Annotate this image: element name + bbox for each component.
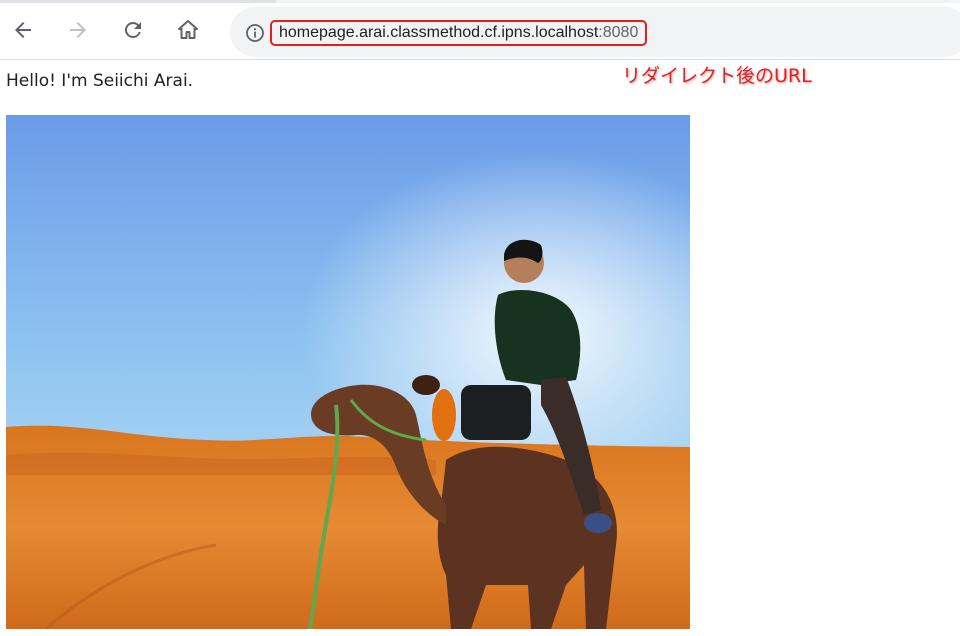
home-icon <box>178 20 198 39</box>
back-button[interactable] <box>6 13 40 47</box>
info-icon[interactable] <box>244 22 266 44</box>
redirect-annotation: リダイレクト後のURL <box>622 65 812 87</box>
home-button[interactable] <box>171 13 205 47</box>
arrow-left-icon <box>15 22 31 38</box>
browser-toolbar: homepage.arai.classmethod.cf.ipns.localh… <box>0 3 960 60</box>
reload-icon <box>125 22 141 38</box>
url-text[interactable]: homepage.arai.classmethod.cf.ipns.localh… <box>270 20 648 46</box>
url-host: homepage.arai.classmethod.cf.ipns.localh… <box>279 24 599 41</box>
camel-rider-photo <box>6 115 690 629</box>
greeting-text: Hello! I'm Seiichi Arai. <box>6 71 194 91</box>
forward-button[interactable] <box>61 13 95 47</box>
url-port: :8080 <box>598 24 639 41</box>
reload-button[interactable] <box>116 13 150 47</box>
arrow-right-icon <box>70 22 86 38</box>
